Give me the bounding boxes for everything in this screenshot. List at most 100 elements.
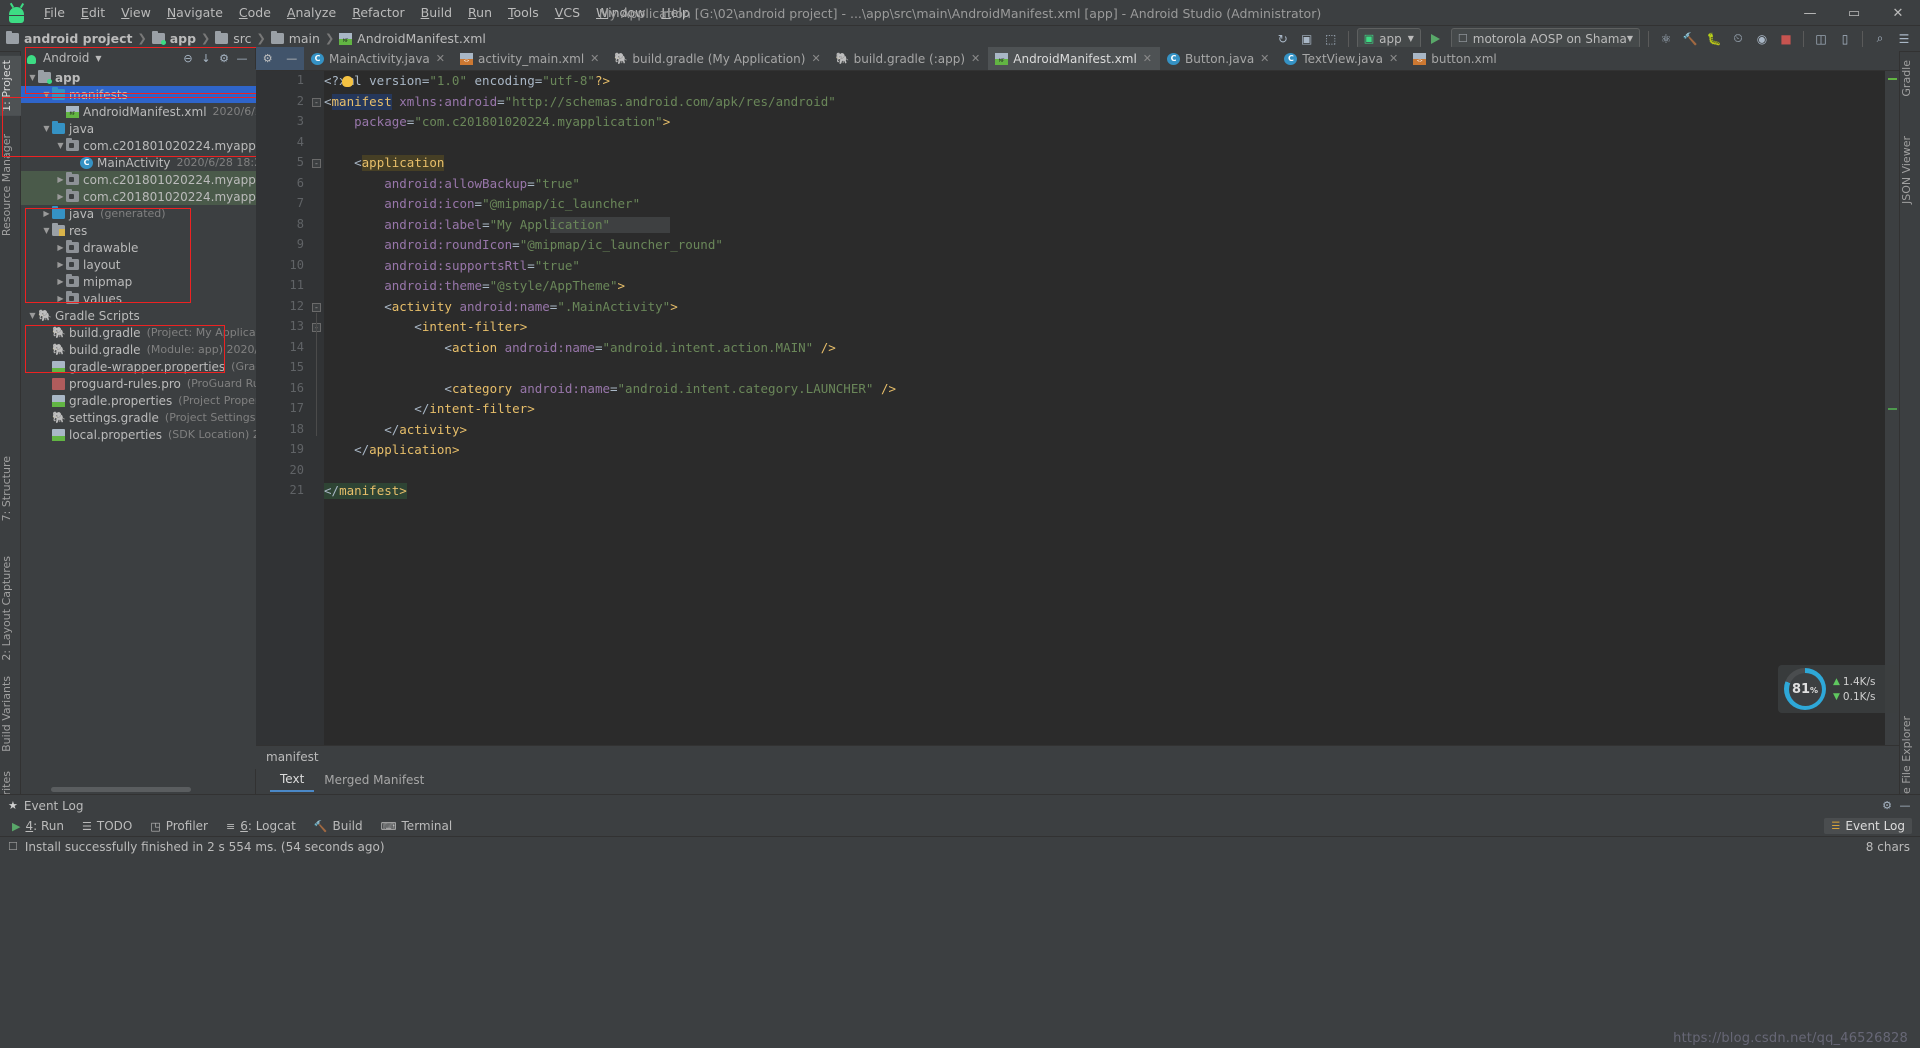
menu-item-view[interactable]: View <box>113 2 159 23</box>
close-tab-icon[interactable]: ✕ <box>1143 52 1152 65</box>
intention-bulb-icon[interactable] <box>342 76 353 87</box>
code-line[interactable]: android:supportsRtl="true" <box>324 258 580 273</box>
editor-tab-build-gradle-app-[interactable]: 🐘 build.gradle (:app) ✕ <box>829 47 989 70</box>
event-log-button[interactable]: ☰ Event Log <box>1824 818 1912 834</box>
collapse-arrow-icon[interactable]: ▶ <box>55 175 66 184</box>
code-line[interactable]: <application <box>324 155 444 170</box>
tool-window-button-json-viewer[interactable]: JSON Viewer <box>1900 132 1920 208</box>
tree-row[interactable]: local.properties (SDK Location) 2020/6/2 <box>21 426 256 443</box>
tree-row[interactable]: gradle-wrapper.properties (Gradle Vers <box>21 358 256 375</box>
editor-error-stripe[interactable] <box>1885 71 1899 745</box>
maximize-button[interactable]: ▭ <box>1832 0 1876 26</box>
hide-panel-icon[interactable]: — <box>1896 797 1914 815</box>
breadcrumb-item-androidmanifest-xml[interactable]: AndroidManifest.xml <box>339 31 486 46</box>
tree-row[interactable]: ▶ mipmap <box>21 273 256 290</box>
editor-tab-activity-main-xml[interactable]: activity_main.xml ✕ <box>453 47 607 70</box>
expand-arrow-icon[interactable]: ▼ <box>41 90 52 99</box>
tree-row[interactable]: AndroidManifest.xml 2020/6/28 18:28, <box>21 103 256 120</box>
collapse-arrow-icon[interactable]: ▶ <box>41 209 52 218</box>
project-panel-scrollbar[interactable] <box>51 787 191 792</box>
hide-panel-icon[interactable]: — <box>286 52 297 65</box>
tree-row[interactable]: ▼ res <box>21 222 256 239</box>
tree-row[interactable]: ▶ com.c201801020224.myapplication (t <box>21 188 256 205</box>
breadcrumb-item-main[interactable]: main <box>270 30 320 46</box>
settings-icon[interactable]: ⚙ <box>1878 797 1896 815</box>
tree-row[interactable]: ▶ values <box>21 290 256 307</box>
tree-row[interactable]: ▼ app <box>21 69 256 86</box>
editor-tab-textview-java[interactable]: C TextView.java ✕ <box>1277 47 1406 70</box>
project-tree[interactable]: ▼app▼manifestsAndroidManifest.xml2020/6/… <box>21 69 256 769</box>
tool-window-button-resource-manager[interactable]: Resource Manager <box>0 130 21 240</box>
tree-row[interactable]: ▶ drawable <box>21 239 256 256</box>
menu-item-vcs[interactable]: VCS <box>547 2 588 23</box>
expand-arrow-icon[interactable]: ▼ <box>27 73 38 82</box>
project-view-selector[interactable]: Android ▼ <box>25 51 102 65</box>
settings-icon[interactable]: ⚙ <box>263 52 273 65</box>
expand-arrow-icon[interactable]: ▼ <box>27 311 38 320</box>
close-tab-icon[interactable]: ✕ <box>590 52 599 65</box>
code-line[interactable]: android:allowBackup="true" <box>324 176 580 191</box>
tree-row[interactable]: ▼ com.c201801020224.myapplication <box>21 137 256 154</box>
code-line[interactable]: </application> <box>324 442 459 457</box>
device-selector[interactable]: ☐ motorola AOSP on Shama ▼ <box>1450 28 1640 49</box>
code-line[interactable]: </intent-filter> <box>324 401 534 416</box>
menu-item-refactor[interactable]: Refactor <box>344 2 412 23</box>
menu-item-run[interactable]: Run <box>460 2 500 23</box>
tree-row[interactable]: 🐘settings.gradle (Project Settings) 2020/… <box>21 409 256 426</box>
code-line[interactable]: <activity android:name=".MainActivity"> <box>324 299 678 314</box>
bottom-tool-button-build[interactable]: 🔨 Build <box>314 819 363 833</box>
code-line[interactable]: android:roundIcon="@mipmap/ic_launcher_r… <box>324 237 723 252</box>
editor-tab-button-xml[interactable]: button.xml <box>1406 47 1505 70</box>
hide-panel-icon[interactable]: — <box>233 49 251 67</box>
menu-item-file[interactable]: File <box>36 2 73 23</box>
close-tab-icon[interactable]: ✕ <box>1260 52 1269 65</box>
menu-item-code[interactable]: Code <box>231 2 279 23</box>
menu-item-build[interactable]: Build <box>413 2 460 23</box>
collapse-all-icon[interactable]: ⊖ <box>179 49 197 67</box>
close-tab-icon[interactable]: ✕ <box>811 52 820 65</box>
expand-arrow-icon[interactable]: ▼ <box>55 141 66 150</box>
tree-row[interactable]: C MainActivity 2020/6/28 18:28, 359 B <box>21 154 256 171</box>
tree-row[interactable]: ▼ java <box>21 120 256 137</box>
expand-arrow-icon[interactable]: ▼ <box>41 226 52 235</box>
collapse-arrow-icon[interactable]: ▶ <box>55 192 66 201</box>
close-tab-icon[interactable]: ✕ <box>971 52 980 65</box>
settings-icon[interactable]: ⚙ <box>215 49 233 67</box>
bottom-tool-button-4-run[interactable]: ▶ 4: Run <box>12 819 64 833</box>
run-configuration-selector[interactable]: ▣ app ▼ <box>1356 28 1421 49</box>
minimize-button[interactable]: — <box>1788 0 1832 26</box>
breadcrumb-item-android-project[interactable]: android project <box>6 30 132 46</box>
code-line[interactable]: </activity> <box>324 422 467 437</box>
bottom-tool-button-6-logcat[interactable]: ≡ 6: Logcat <box>226 819 296 833</box>
network-speed-widget[interactable]: 81% ▲ 1.4K/s ▼ 0.1K/s <box>1778 665 1898 713</box>
tree-row[interactable]: ▶ java (generated) <box>21 205 256 222</box>
close-tab-icon[interactable]: ✕ <box>1389 52 1398 65</box>
scroll-from-source-icon[interactable]: ↓ <box>197 49 215 67</box>
editor-tab-build-gradle-my-application-[interactable]: 🐘 build.gradle (My Application) ✕ <box>607 47 828 70</box>
menu-item-help[interactable]: Help <box>653 2 698 23</box>
tree-row[interactable]: proguard-rules.pro (ProGuard Rules for <box>21 375 256 392</box>
breadcrumb-item-src[interactable]: src <box>215 30 252 46</box>
tool-window-button-7-structure[interactable]: 7: Structure <box>0 452 21 525</box>
collapse-arrow-icon[interactable]: ▶ <box>55 243 66 252</box>
editor-tab-button-java[interactable]: C Button.java ✕ <box>1160 47 1277 70</box>
editor-view-tab-merged-manifest[interactable]: Merged Manifest <box>314 769 434 791</box>
code-line[interactable]: android:icon="@mipmap/ic_launcher" <box>324 196 640 211</box>
collapse-arrow-icon[interactable]: ▶ <box>55 260 66 269</box>
editor-view-tab-text[interactable]: Text <box>270 768 315 792</box>
menu-item-edit[interactable]: Edit <box>73 2 113 23</box>
menu-item-window[interactable]: Window <box>588 2 653 23</box>
code-line[interactable]: <manifest xmlns:android="http://schemas.… <box>324 94 836 109</box>
bottom-tool-button-todo[interactable]: ☰ TODO <box>82 819 132 833</box>
tool-window-button-build-variants[interactable]: Build Variants <box>0 672 21 756</box>
code-line[interactable]: package="com.c201801020224.myapplication… <box>324 114 670 129</box>
tool-window-button-2-layout-captures[interactable]: 2: Layout Captures <box>0 552 21 665</box>
fold-toggle-icon[interactable]: - <box>312 302 321 312</box>
editor-code-folding-column[interactable]: ---- <box>310 71 324 745</box>
code-line[interactable]: <?xml version="1.0" encoding="utf-8"?> <box>324 73 610 88</box>
tree-row[interactable]: ▶ layout <box>21 256 256 273</box>
breadcrumb-item-app[interactable]: app <box>151 30 196 46</box>
tool-window-button-gradle[interactable]: Gradle <box>1900 56 1920 101</box>
editor-tab-mainactivity-java[interactable]: C MainActivity.java ✕ <box>304 47 453 70</box>
tree-row[interactable]: ▼ manifests <box>21 86 256 103</box>
